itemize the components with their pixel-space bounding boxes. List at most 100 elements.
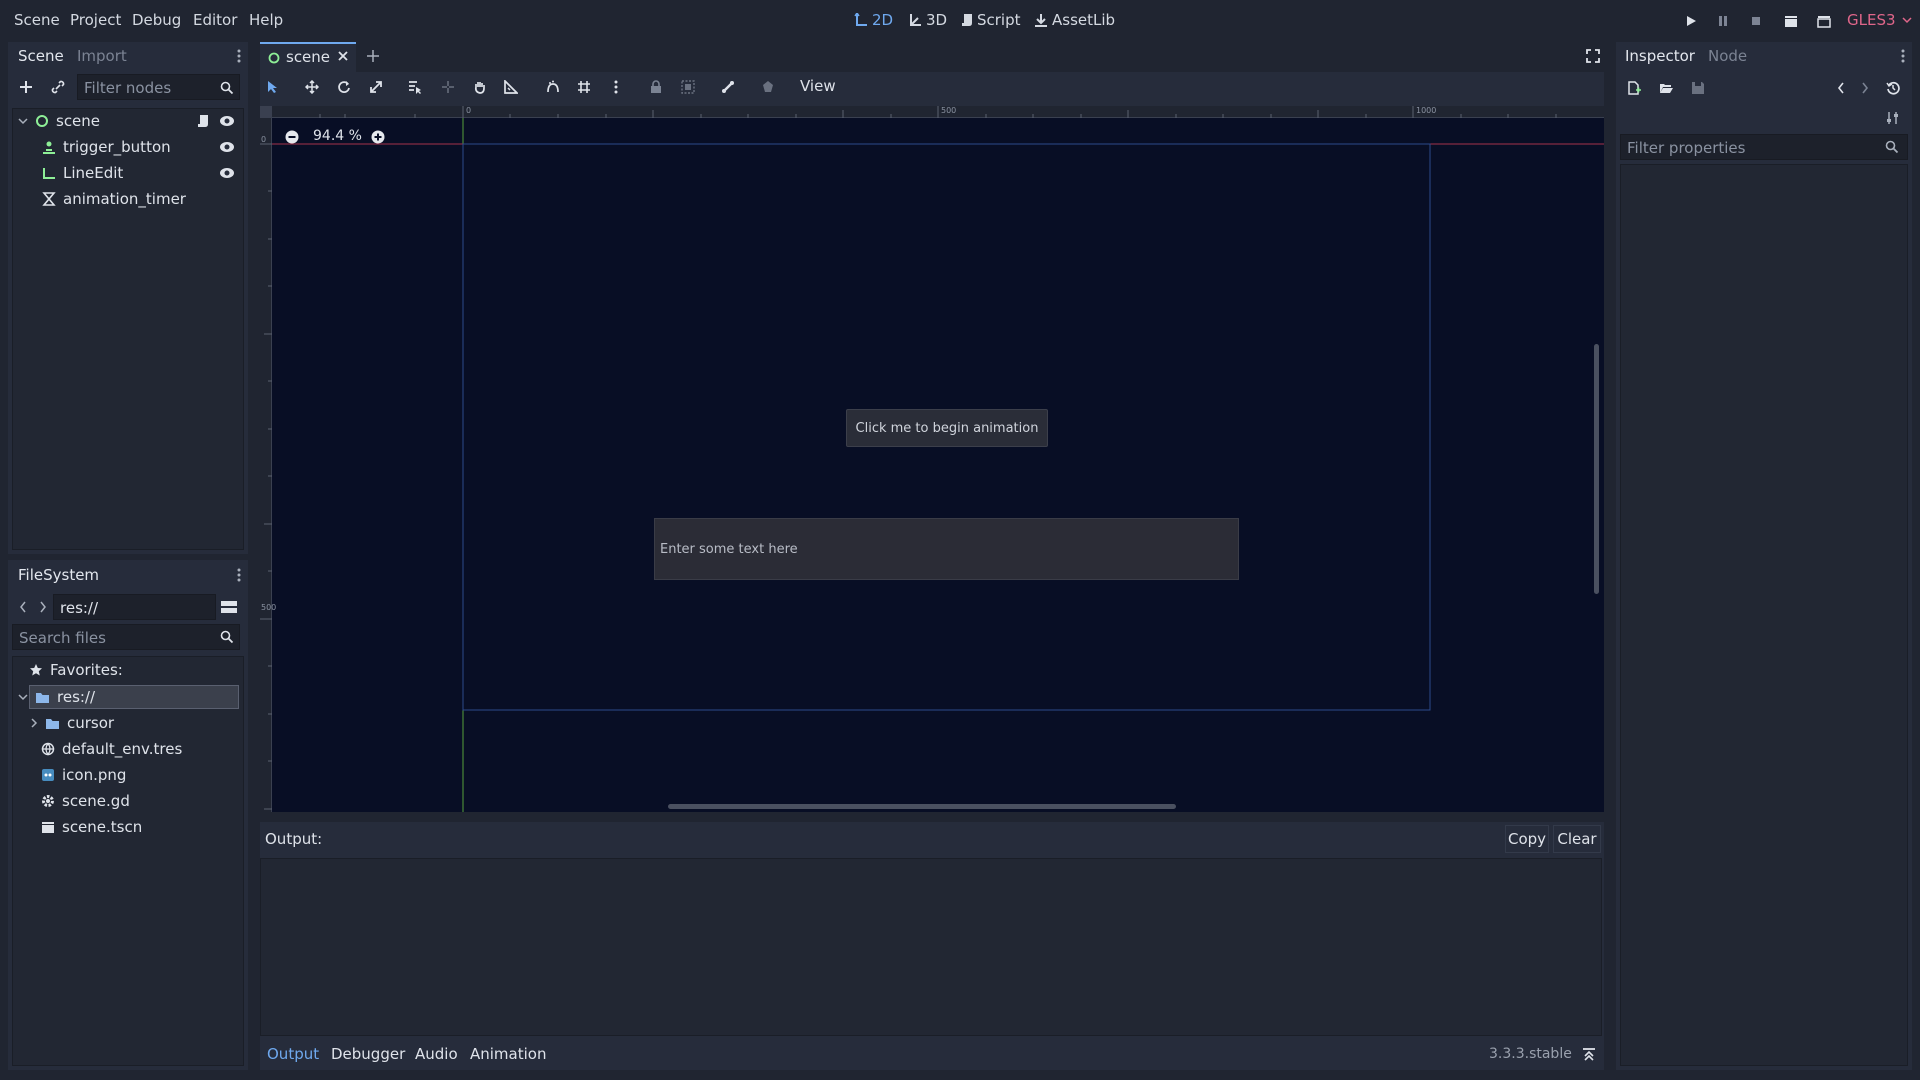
view-menu[interactable]: View: [800, 77, 836, 95]
skeleton-button[interactable]: [717, 76, 739, 98]
eye-icon: [220, 142, 234, 152]
search-files-input[interactable]: Search files: [12, 624, 240, 650]
menu-editor[interactable]: Editor: [193, 11, 237, 29]
trigger-button-preview[interactable]: Click me to begin animation: [846, 409, 1048, 447]
snap-toggle-button[interactable]: [542, 76, 564, 98]
tree-node-scene[interactable]: scene: [18, 110, 100, 132]
ik-button[interactable]: [757, 76, 779, 98]
workspace-2d-button[interactable]: 2D: [854, 11, 893, 29]
workspace-2d-label: 2D: [872, 11, 894, 29]
node-label-animation-timer: animation_timer: [63, 190, 186, 208]
filesystem-menu-button[interactable]: [228, 564, 250, 586]
viewport-horizontal-scrollbar[interactable]: [668, 804, 1176, 809]
list-select-button[interactable]: [404, 76, 426, 98]
back-button[interactable]: [12, 596, 34, 618]
instance-scene-button[interactable]: [47, 76, 69, 98]
tree-node-lineedit[interactable]: LineEdit: [42, 162, 123, 184]
bottom-tab-audio[interactable]: Audio: [415, 1045, 458, 1063]
menu-debug[interactable]: Debug: [132, 11, 181, 29]
favorites-label: Favorites:: [50, 661, 123, 679]
pivot-mode-button[interactable]: [437, 76, 459, 98]
bottom-tab-debugger[interactable]: Debugger: [331, 1045, 405, 1063]
select-mode-button[interactable]: [261, 76, 283, 98]
renderer-select[interactable]: GLES3: [1847, 11, 1912, 29]
filter-properties-input[interactable]: Filter properties: [1620, 134, 1908, 160]
tree-node-animation-timer[interactable]: animation_timer: [42, 188, 186, 210]
control-node-icon: [36, 115, 48, 127]
canvas-toolbar: [260, 72, 1604, 106]
toggle-split-mode-button[interactable]: [218, 596, 240, 618]
script-icon: [198, 115, 208, 127]
inspector-menu-button[interactable]: [1892, 45, 1914, 67]
file-scene-tscn[interactable]: scene.tscn: [41, 816, 142, 838]
menu-project[interactable]: Project: [70, 11, 121, 29]
lock-button[interactable]: [645, 76, 667, 98]
group-button[interactable]: [677, 76, 699, 98]
workspace-script-button[interactable]: Script: [961, 11, 1021, 29]
file-default-env[interactable]: default_env.tres: [41, 738, 182, 760]
zoom-level[interactable]: 94.4 %: [313, 128, 362, 144]
output-log[interactable]: [260, 858, 1602, 1036]
tab-import[interactable]: Import: [77, 47, 127, 65]
menu-help[interactable]: Help: [249, 11, 283, 29]
rotate-mode-button[interactable]: [333, 76, 355, 98]
eye-icon: [220, 168, 234, 178]
pan-mode-button[interactable]: [469, 76, 491, 98]
copy-button[interactable]: Copy: [1505, 825, 1549, 853]
workspace-3d-button[interactable]: 3D: [908, 11, 947, 29]
zoom-in-button[interactable]: [367, 126, 389, 148]
file-scene-gd[interactable]: scene.gd: [41, 790, 130, 812]
bottom-tab-output[interactable]: Output: [267, 1045, 319, 1063]
workspace-assetlib-button[interactable]: AssetLib: [1034, 11, 1115, 29]
move-mode-button[interactable]: [301, 76, 323, 98]
tab-inspector[interactable]: Inspector: [1625, 47, 1695, 65]
snap-options-button[interactable]: [605, 76, 627, 98]
tree-node-trigger-button[interactable]: trigger_button: [42, 136, 171, 158]
filter-nodes-input[interactable]: Filter nodes: [77, 74, 240, 100]
scale-mode-button[interactable]: [365, 76, 387, 98]
load-resource-button[interactable]: [1655, 77, 1677, 99]
viewport-vertical-scrollbar[interactable]: [1594, 344, 1599, 594]
visibility-toggle-lineedit[interactable]: [216, 162, 238, 184]
tab-node[interactable]: Node: [1708, 47, 1747, 65]
grid-snap-button[interactable]: [573, 76, 595, 98]
lineedit-node-icon: [43, 168, 55, 179]
script-icon: [962, 14, 972, 26]
path-input[interactable]: res://: [53, 594, 216, 620]
ruler-mode-button[interactable]: [500, 76, 522, 98]
folder-res-root[interactable]: res://: [18, 686, 95, 708]
inspector-tools-button[interactable]: [1882, 107, 1904, 129]
folder-cursor[interactable]: cursor: [30, 712, 114, 734]
zoom-out-button[interactable]: [281, 126, 303, 148]
save-resource-button[interactable]: [1687, 77, 1709, 99]
forward-button[interactable]: [32, 596, 54, 618]
pause-button[interactable]: [1713, 12, 1733, 30]
play-button[interactable]: [1681, 12, 1701, 30]
menu-scene[interactable]: Scene: [14, 11, 60, 29]
lineedit-preview[interactable]: Enter some text here: [654, 518, 1239, 580]
play-scene-button[interactable]: [1781, 12, 1801, 30]
object-history-button[interactable]: [1882, 77, 1904, 99]
canvas-viewport[interactable]: [260, 106, 1604, 812]
history-back-button[interactable]: [1830, 77, 1852, 99]
clear-button[interactable]: Clear: [1553, 825, 1601, 853]
favorites-row[interactable]: Favorites:: [29, 659, 123, 681]
scene-dock-menu-button[interactable]: [228, 45, 250, 67]
visibility-toggle-trigger-button[interactable]: [216, 136, 238, 158]
play-icon: [1687, 16, 1696, 26]
visibility-toggle-scene[interactable]: [216, 110, 238, 132]
file-icon-png[interactable]: icon.png: [41, 764, 126, 786]
history-forward-button[interactable]: [1854, 77, 1876, 99]
tab-scene[interactable]: Scene: [18, 47, 64, 65]
new-resource-button[interactable]: [1623, 77, 1645, 99]
stop-button[interactable]: [1746, 12, 1766, 30]
new-scene-tab-button[interactable]: [362, 45, 384, 67]
node-label-scene: scene: [56, 112, 101, 130]
open-script-button[interactable]: [192, 110, 214, 132]
play-custom-scene-button[interactable]: [1814, 12, 1834, 30]
close-tab-button[interactable]: [332, 45, 354, 67]
distraction-free-button[interactable]: [1582, 45, 1604, 67]
expand-bottom-panel-button[interactable]: [1578, 1043, 1600, 1065]
add-node-button[interactable]: [15, 76, 37, 98]
bottom-tab-animation[interactable]: Animation: [470, 1045, 546, 1063]
